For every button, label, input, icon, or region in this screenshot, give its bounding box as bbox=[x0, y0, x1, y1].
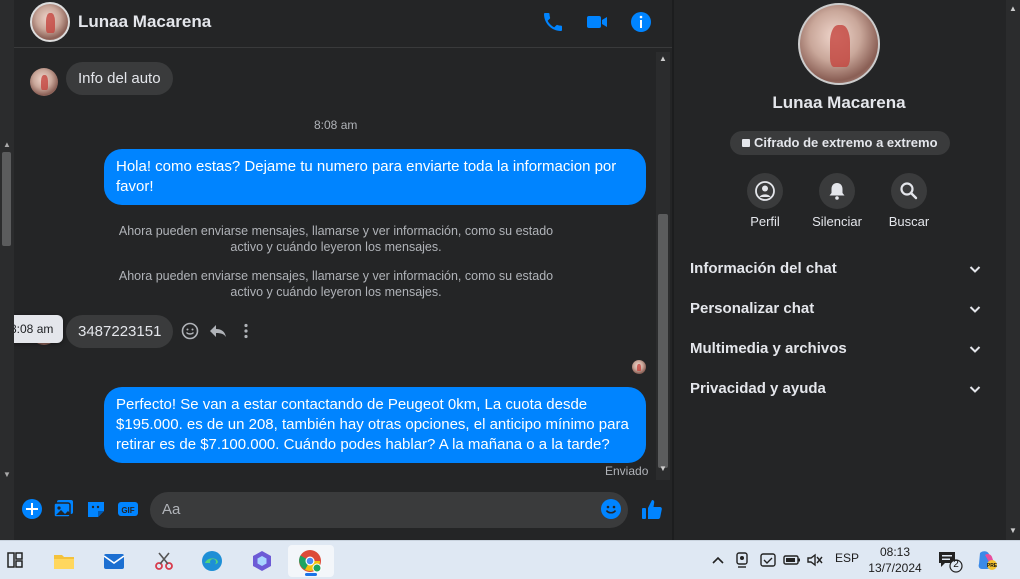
system-notice: Ahora pueden enviarse mensajes, llamarse… bbox=[118, 224, 554, 254]
video-call-icon[interactable] bbox=[585, 10, 609, 34]
section-chat-info[interactable]: Información del chat bbox=[690, 260, 990, 290]
mute-label: Silenciar bbox=[812, 214, 862, 229]
incoming-message[interactable]: 3487223151 bbox=[66, 315, 174, 348]
folder-icon bbox=[54, 555, 74, 569]
profile-icon bbox=[755, 181, 775, 201]
chat-pane: Lunaa Macarena Info del auto 8:08 am Hol… bbox=[14, 0, 672, 540]
scroll-down-arrow[interactable]: ▼ bbox=[3, 470, 11, 479]
message-list[interactable]: Info del auto 8:08 am Hola! como estas? … bbox=[14, 49, 658, 484]
chevron-down-icon bbox=[969, 346, 981, 353]
page-scrollbar[interactable]: ▲ ▼ bbox=[1006, 0, 1020, 540]
outgoing-message[interactable]: Hola! como estas? Dejame tu numero para … bbox=[104, 149, 646, 205]
phone-icon[interactable] bbox=[541, 10, 565, 34]
bell-icon bbox=[829, 183, 845, 200]
scroll-thumb[interactable] bbox=[2, 152, 11, 246]
clock-date: 13/7/2024 bbox=[868, 561, 922, 575]
encryption-badge[interactable]: Cifrado de extremo a extremo bbox=[730, 131, 950, 155]
mail-icon bbox=[103, 554, 125, 569]
profile-name: Lunaa Macarena bbox=[772, 93, 906, 112]
reply-icon[interactable] bbox=[208, 321, 228, 341]
volume-muted-icon[interactable] bbox=[806, 552, 824, 568]
meet-now-icon[interactable] bbox=[734, 551, 750, 569]
chevron-up-icon[interactable] bbox=[711, 554, 725, 566]
message-timestamp: 8:08 am bbox=[314, 118, 358, 132]
gif-icon[interactable]: GIF bbox=[117, 498, 139, 520]
svg-text:PRE: PRE bbox=[987, 563, 998, 569]
edge-browser-icon bbox=[202, 551, 222, 571]
scroll-up-arrow[interactable]: ▲ bbox=[659, 54, 667, 63]
chat-info-panel: Lunaa Macarena Cifrado de extremo a extr… bbox=[674, 0, 1006, 540]
task-view-icon bbox=[7, 552, 23, 568]
profile-button[interactable] bbox=[747, 173, 783, 209]
security-icon[interactable] bbox=[759, 551, 777, 569]
like-icon[interactable] bbox=[640, 498, 664, 522]
system-notice: Ahora pueden enviarse mensajes, llamarse… bbox=[118, 269, 554, 299]
mute-button[interactable] bbox=[819, 173, 855, 209]
section-label: Información del chat bbox=[690, 260, 837, 277]
hexagon-app-icon bbox=[253, 551, 271, 571]
sender-avatar[interactable] bbox=[30, 68, 58, 96]
svg-text:GIF: GIF bbox=[121, 506, 134, 515]
taskbar-file-explorer[interactable] bbox=[44, 545, 84, 577]
photo-icon[interactable] bbox=[53, 498, 75, 520]
language-indicator[interactable]: ESP bbox=[835, 551, 859, 565]
taskbar-edge[interactable] bbox=[192, 545, 232, 577]
scissors-icon bbox=[155, 552, 173, 570]
scroll-down-arrow[interactable]: ▼ bbox=[1009, 526, 1017, 535]
time-tooltip: 8:08 am bbox=[14, 315, 64, 343]
chat-scrollbar[interactable]: ▲ ▼ bbox=[656, 52, 670, 480]
encryption-label: Cifrado de extremo a extremo bbox=[754, 135, 938, 150]
chrome-icon bbox=[299, 550, 322, 573]
messenger-window: ▲ ▼ Lunaa Macarena Info del auto 8:08 am… bbox=[0, 0, 1020, 540]
windows-taskbar: ESP 08:13 13/7/2024 2 PRE bbox=[0, 540, 1020, 579]
outer-scrollbar[interactable]: ▲ ▼ bbox=[0, 0, 14, 540]
read-receipt-avatar bbox=[632, 360, 646, 374]
contact-avatar[interactable] bbox=[30, 2, 70, 42]
message-input-placeholder: Aa bbox=[162, 501, 181, 518]
contact-name[interactable]: Lunaa Macarena bbox=[78, 12, 211, 32]
search-icon bbox=[900, 182, 918, 200]
sent-status: Enviado bbox=[605, 464, 649, 478]
scroll-thumb[interactable] bbox=[658, 214, 668, 468]
outgoing-message[interactable]: Perfecto! Se van a estar contactando de … bbox=[104, 387, 646, 463]
chevron-down-icon bbox=[969, 266, 981, 273]
section-label: Multimedia y archivos bbox=[690, 340, 847, 357]
section-label: Personalizar chat bbox=[690, 300, 815, 317]
message-input[interactable]: Aa bbox=[150, 492, 628, 528]
clock-time: 08:13 bbox=[879, 545, 911, 559]
react-emoji-icon[interactable] bbox=[180, 321, 200, 341]
profile-label: Perfil bbox=[750, 214, 780, 229]
copilot-icon[interactable]: PRE bbox=[976, 549, 998, 571]
section-media-files[interactable]: Multimedia y archivos bbox=[690, 340, 990, 370]
taskbar-snipping-tool[interactable] bbox=[144, 545, 184, 577]
scroll-up-arrow[interactable]: ▲ bbox=[3, 140, 11, 149]
lock-icon bbox=[742, 139, 750, 147]
profile-avatar[interactable] bbox=[798, 3, 880, 85]
battery-icon[interactable] bbox=[783, 553, 801, 567]
active-indicator bbox=[305, 573, 317, 576]
taskbar-mail[interactable] bbox=[94, 545, 134, 577]
composer-bar: GIF Aa bbox=[14, 486, 672, 540]
info-icon[interactable] bbox=[629, 10, 653, 34]
search-label: Buscar bbox=[888, 214, 930, 229]
search-button[interactable] bbox=[891, 173, 927, 209]
sticker-icon[interactable] bbox=[85, 498, 107, 520]
section-label: Privacidad y ayuda bbox=[690, 380, 826, 397]
plus-icon[interactable] bbox=[21, 498, 43, 520]
chevron-down-icon bbox=[969, 386, 981, 393]
taskbar-chrome[interactable] bbox=[288, 545, 334, 577]
scroll-down-arrow[interactable]: ▼ bbox=[659, 464, 667, 473]
taskbar-copilot[interactable] bbox=[242, 545, 282, 577]
chat-header: Lunaa Macarena bbox=[14, 0, 672, 48]
scroll-up-arrow[interactable]: ▲ bbox=[1009, 4, 1017, 13]
task-view-button[interactable] bbox=[0, 545, 30, 577]
system-clock[interactable]: 08:13 13/7/2024 bbox=[862, 544, 928, 576]
chevron-down-icon bbox=[969, 306, 981, 313]
emoji-icon[interactable] bbox=[600, 498, 622, 520]
section-customize-chat[interactable]: Personalizar chat bbox=[690, 300, 990, 330]
incoming-message[interactable]: Info del auto bbox=[66, 62, 173, 95]
notification-count: 2 bbox=[953, 559, 959, 570]
more-options-icon[interactable] bbox=[236, 321, 256, 341]
section-privacy-help[interactable]: Privacidad y ayuda bbox=[690, 380, 990, 410]
